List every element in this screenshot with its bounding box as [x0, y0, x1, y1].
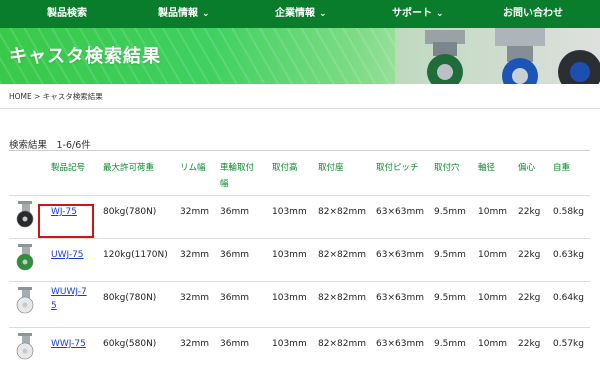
header-weight: 自重: [553, 163, 571, 173]
cell-height: 103mm: [272, 207, 307, 217]
table-top-border: [9, 150, 590, 151]
cell-pitch: 63×63mm: [376, 207, 424, 217]
cell-axle: 10mm: [478, 293, 507, 303]
cell-seat: 82×82mm: [318, 339, 366, 349]
divider: [0, 108, 600, 109]
top-nav: 製品検索 製品情報 ⌄ 企業情報 ⌄ サポート ⌄ お問い合わせ: [0, 0, 600, 28]
cell-hole: 9.5mm: [434, 207, 466, 217]
header-model: 製品記号: [51, 163, 86, 173]
header-mount-width: 車輪取付 幅: [220, 163, 255, 189]
row-divider: [9, 281, 590, 282]
cell-axle: 10mm: [478, 250, 507, 260]
cell-rim: 32mm: [180, 293, 209, 303]
cell-height: 103mm: [272, 339, 307, 349]
caster-photo-image: [395, 28, 600, 84]
nav-label: 製品情報: [158, 8, 198, 19]
cell-hole: 9.5mm: [434, 339, 466, 349]
result-count: 検索結果 1-6/6件: [9, 140, 91, 151]
page-banner: キャスタ検索結果: [0, 28, 600, 84]
chevron-down-icon: ⌄: [436, 9, 444, 19]
cell-weight: 0.57kg: [553, 339, 584, 349]
caster-thumbnail-image: [16, 244, 34, 271]
cell-weight: 0.64kg: [553, 293, 584, 303]
cell-weight: 0.63kg: [553, 250, 584, 260]
cell-hole: 9.5mm: [434, 250, 466, 260]
nav-support[interactable]: サポート ⌄: [392, 0, 444, 28]
caster-thumbnail-image: [16, 333, 34, 360]
highlight-box: [38, 204, 94, 238]
header-axle-diameter: 軸径: [478, 163, 496, 173]
cell-seat: 82×82mm: [318, 293, 366, 303]
cell-mount-w: 36mm: [220, 339, 249, 349]
header-mount-height: 取付高: [272, 163, 298, 173]
cell-rim: 32mm: [180, 250, 209, 260]
breadcrumb[interactable]: HOME > キャスタ検索結果: [9, 91, 103, 102]
cell-pitch: 63×63mm: [376, 339, 424, 349]
header-mount-hole: 取付穴: [434, 163, 460, 173]
cell-rim: 32mm: [180, 339, 209, 349]
row-divider: [9, 238, 590, 239]
chevron-down-icon: ⌄: [319, 9, 327, 19]
cell-offset: 22kg: [518, 250, 541, 260]
cell-offset: 22kg: [518, 207, 541, 217]
cell-load: 80kg(780N): [103, 293, 157, 303]
cell-mount-w: 36mm: [220, 207, 249, 217]
header-max-load: 最大許可荷重: [103, 163, 155, 173]
nav-label: 企業情報: [275, 8, 315, 19]
product-link[interactable]: WUWJ-75: [51, 285, 91, 313]
cell-hole: 9.5mm: [434, 293, 466, 303]
row-divider: [9, 327, 590, 328]
cell-weight: 0.58kg: [553, 207, 584, 217]
header-mount-pitch: 取付ピッチ: [376, 163, 419, 173]
cell-height: 103mm: [272, 250, 307, 260]
cell-mount-w: 36mm: [220, 250, 249, 260]
cell-axle: 10mm: [478, 339, 507, 349]
cell-load: 60kg(580N): [103, 339, 157, 349]
chevron-down-icon: ⌄: [202, 9, 210, 19]
header-offset: 偏心: [518, 163, 536, 173]
product-link[interactable]: WWJ-75: [51, 337, 86, 351]
header-rim-width: リム幅: [180, 163, 206, 173]
cell-pitch: 63×63mm: [376, 250, 424, 260]
page-title: キャスタ検索結果: [9, 46, 161, 67]
caster-thumbnail-image: [16, 287, 34, 314]
cell-load: 80kg(780N): [103, 207, 157, 217]
row-divider: [9, 195, 590, 196]
cell-rim: 32mm: [180, 207, 209, 217]
nav-label: お問い合わせ: [503, 8, 563, 19]
cell-seat: 82×82mm: [318, 207, 366, 217]
nav-company-info[interactable]: 企業情報 ⌄: [275, 0, 327, 28]
cell-axle: 10mm: [478, 207, 507, 217]
nav-product-search[interactable]: 製品検索: [47, 0, 87, 28]
cell-load: 120kg(1170N): [103, 250, 168, 260]
product-link[interactable]: UWJ-75: [51, 248, 84, 262]
cell-mount-w: 36mm: [220, 293, 249, 303]
header-mount-seat: 取付座: [318, 163, 344, 173]
cell-offset: 22kg: [518, 339, 541, 349]
cell-height: 103mm: [272, 293, 307, 303]
nav-product-info[interactable]: 製品情報 ⌄: [158, 0, 210, 28]
cell-pitch: 63×63mm: [376, 293, 424, 303]
caster-thumbnail-image: [16, 201, 34, 228]
cell-seat: 82×82mm: [318, 250, 366, 260]
cell-offset: 22kg: [518, 293, 541, 303]
nav-contact[interactable]: お問い合わせ: [503, 0, 563, 28]
nav-label: サポート: [392, 8, 432, 19]
nav-label: 製品検索: [47, 8, 87, 19]
